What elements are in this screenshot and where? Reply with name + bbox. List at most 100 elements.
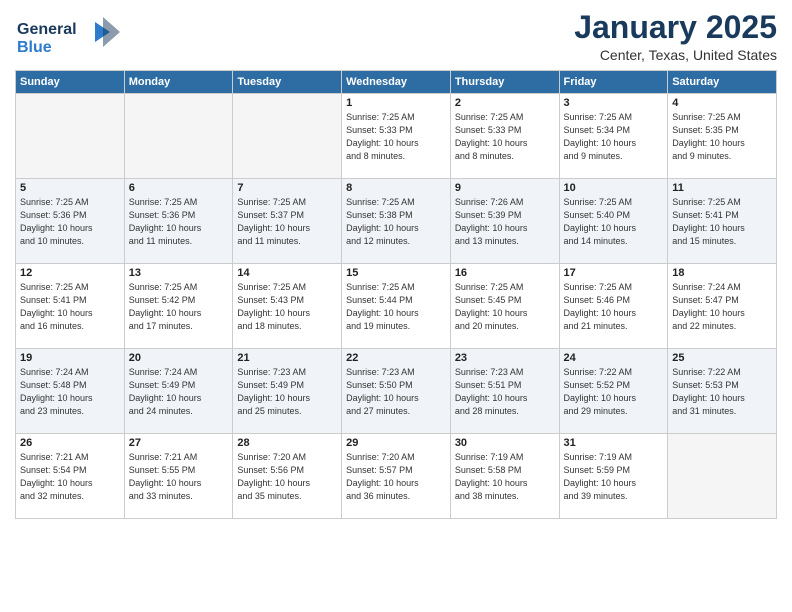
day-info: Sunrise: 7:25 AM Sunset: 5:44 PM Dayligh… [346, 281, 446, 333]
day-number: 29 [346, 437, 446, 449]
day-info: Sunrise: 7:25 AM Sunset: 5:40 PM Dayligh… [564, 196, 664, 248]
day-info: Sunrise: 7:25 AM Sunset: 5:33 PM Dayligh… [455, 111, 555, 163]
calendar-cell: 11 Sunrise: 7:25 AM Sunset: 5:41 PM Dayli… [668, 179, 777, 264]
calendar-cell: 31 Sunrise: 7:19 AM Sunset: 5:59 PM Dayli… [559, 434, 668, 519]
day-info: Sunrise: 7:19 AM Sunset: 5:58 PM Dayligh… [455, 451, 555, 503]
calendar-cell: 23Sunrise: 7:23 AM Sunset: 5:51 PM Dayli… [450, 349, 559, 434]
day-number: 10 [564, 182, 664, 194]
day-info: Sunrise: 7:25 AM Sunset: 5:46 PM Dayligh… [564, 281, 664, 333]
day-number: 12 [20, 267, 120, 279]
calendar-cell: 29 Sunrise: 7:20 AM Sunset: 5:57 PM Dayli… [342, 434, 451, 519]
day-info: Sunrise: 7:25 AM Sunset: 5:41 PM Dayligh… [672, 196, 772, 248]
calendar-cell: 30 Sunrise: 7:19 AM Sunset: 5:58 PM Dayli… [450, 434, 559, 519]
day-number: 17 [564, 267, 664, 279]
calendar-cell [668, 434, 777, 519]
calendar-title: January 2025 [574, 10, 777, 45]
day-number: 4 [672, 97, 772, 109]
calendar-cell: 20 Sunrise: 7:24 AM Sunset: 5:49 PM Dayli… [124, 349, 233, 434]
calendar-cell [124, 94, 233, 179]
day-info: Sunrise: 7:25 AM Sunset: 5:42 PM Dayligh… [129, 281, 229, 333]
calendar-cell: 5 Sunrise: 7:25 AM Sunset: 5:36 PM Daylig… [16, 179, 125, 264]
calendar-page: General Blue January 2025 Center, Texas,… [0, 0, 792, 612]
calendar-week-row-5: 26Sunrise: 7:21 AM Sunset: 5:54 PM Dayli… [16, 434, 777, 519]
day-info: Sunrise: 7:23 AM Sunset: 5:50 PM Dayligh… [346, 366, 446, 418]
day-number: 24 [564, 352, 664, 364]
day-number: 23 [455, 352, 555, 364]
day-number: 26 [20, 437, 120, 449]
calendar-cell [16, 94, 125, 179]
calendar-cell: 6Sunrise: 7:25 AM Sunset: 5:36 PM Daylig… [124, 179, 233, 264]
calendar-week-row-1: 1Sunrise: 7:25 AM Sunset: 5:33 PM Daylig… [16, 94, 777, 179]
calendar-cell: 18Sunrise: 7:24 AM Sunset: 5:47 PM Dayli… [668, 264, 777, 349]
col-sunday: Sunday [16, 71, 125, 94]
day-number: 2 [455, 97, 555, 109]
day-info: Sunrise: 7:25 AM Sunset: 5:38 PM Dayligh… [346, 196, 446, 248]
calendar-cell: 28 Sunrise: 7:20 AM Sunset: 5:56 PM Dayli… [233, 434, 342, 519]
calendar-cell: 27 Sunrise: 7:21 AM Sunset: 5:55 PM Dayli… [124, 434, 233, 519]
calendar-cell: 26Sunrise: 7:21 AM Sunset: 5:54 PM Dayli… [16, 434, 125, 519]
day-number: 21 [237, 352, 337, 364]
day-info: Sunrise: 7:25 AM Sunset: 5:33 PM Dayligh… [346, 111, 446, 163]
svg-text:Blue: Blue [17, 39, 52, 56]
day-number: 31 [564, 437, 664, 449]
day-info: Sunrise: 7:20 AM Sunset: 5:57 PM Dayligh… [346, 451, 446, 503]
calendar-cell: 14 Sunrise: 7:25 AM Sunset: 5:43 PM Dayli… [233, 264, 342, 349]
col-thursday: Thursday [450, 71, 559, 94]
day-info: Sunrise: 7:24 AM Sunset: 5:49 PM Dayligh… [129, 366, 229, 418]
title-section: January 2025 Center, Texas, United State… [574, 10, 777, 63]
col-saturday: Saturday [668, 71, 777, 94]
day-number: 11 [672, 182, 772, 194]
calendar-cell: 17 Sunrise: 7:25 AM Sunset: 5:46 PM Dayli… [559, 264, 668, 349]
day-info: Sunrise: 7:24 AM Sunset: 5:48 PM Dayligh… [20, 366, 120, 418]
calendar-cell: 8Sunrise: 7:25 AM Sunset: 5:38 PM Daylig… [342, 179, 451, 264]
day-number: 30 [455, 437, 555, 449]
header: General Blue January 2025 Center, Texas,… [15, 10, 777, 64]
day-number: 7 [237, 182, 337, 194]
day-number: 3 [564, 97, 664, 109]
day-number: 28 [237, 437, 337, 449]
day-info: Sunrise: 7:23 AM Sunset: 5:49 PM Dayligh… [237, 366, 337, 418]
day-number: 25 [672, 352, 772, 364]
calendar-week-row-2: 5 Sunrise: 7:25 AM Sunset: 5:36 PM Daylig… [16, 179, 777, 264]
calendar-cell: 10 Sunrise: 7:25 AM Sunset: 5:40 PM Dayli… [559, 179, 668, 264]
calendar-cell: 13 Sunrise: 7:25 AM Sunset: 5:42 PM Dayli… [124, 264, 233, 349]
day-number: 20 [129, 352, 229, 364]
day-info: Sunrise: 7:25 AM Sunset: 5:43 PM Dayligh… [237, 281, 337, 333]
calendar-cell: 4 Sunrise: 7:25 AM Sunset: 5:35 PM Daylig… [668, 94, 777, 179]
day-number: 15 [346, 267, 446, 279]
day-info: Sunrise: 7:20 AM Sunset: 5:56 PM Dayligh… [237, 451, 337, 503]
day-info: Sunrise: 7:24 AM Sunset: 5:47 PM Dayligh… [672, 281, 772, 333]
svg-text:General: General [17, 21, 77, 38]
col-tuesday: Tuesday [233, 71, 342, 94]
calendar-week-row-4: 19Sunrise: 7:24 AM Sunset: 5:48 PM Dayli… [16, 349, 777, 434]
day-number: 16 [455, 267, 555, 279]
col-monday: Monday [124, 71, 233, 94]
day-info: Sunrise: 7:25 AM Sunset: 5:35 PM Dayligh… [672, 111, 772, 163]
calendar-cell: 7 Sunrise: 7:25 AM Sunset: 5:37 PM Daylig… [233, 179, 342, 264]
calendar-subtitle: Center, Texas, United States [574, 47, 777, 63]
calendar-cell: 22 Sunrise: 7:23 AM Sunset: 5:50 PM Dayli… [342, 349, 451, 434]
day-number: 13 [129, 267, 229, 279]
day-info: Sunrise: 7:19 AM Sunset: 5:59 PM Dayligh… [564, 451, 664, 503]
day-info: Sunrise: 7:25 AM Sunset: 5:34 PM Dayligh… [564, 111, 664, 163]
col-friday: Friday [559, 71, 668, 94]
day-info: Sunrise: 7:25 AM Sunset: 5:37 PM Dayligh… [237, 196, 337, 248]
calendar-table: Sunday Monday Tuesday Wednesday Thursday… [15, 70, 777, 519]
day-number: 14 [237, 267, 337, 279]
calendar-cell: 16Sunrise: 7:25 AM Sunset: 5:45 PM Dayli… [450, 264, 559, 349]
day-info: Sunrise: 7:22 AM Sunset: 5:52 PM Dayligh… [564, 366, 664, 418]
calendar-week-row-3: 12Sunrise: 7:25 AM Sunset: 5:41 PM Dayli… [16, 264, 777, 349]
day-number: 22 [346, 352, 446, 364]
logo: General Blue [15, 14, 125, 64]
day-info: Sunrise: 7:25 AM Sunset: 5:36 PM Dayligh… [20, 196, 120, 248]
calendar-cell: 12Sunrise: 7:25 AM Sunset: 5:41 PM Dayli… [16, 264, 125, 349]
day-number: 27 [129, 437, 229, 449]
calendar-cell: 19Sunrise: 7:24 AM Sunset: 5:48 PM Dayli… [16, 349, 125, 434]
day-info: Sunrise: 7:21 AM Sunset: 5:55 PM Dayligh… [129, 451, 229, 503]
calendar-header-row: Sunday Monday Tuesday Wednesday Thursday… [16, 71, 777, 94]
day-number: 6 [129, 182, 229, 194]
col-wednesday: Wednesday [342, 71, 451, 94]
calendar-cell: 25Sunrise: 7:22 AM Sunset: 5:53 PM Dayli… [668, 349, 777, 434]
day-number: 5 [20, 182, 120, 194]
calendar-cell: 24 Sunrise: 7:22 AM Sunset: 5:52 PM Dayli… [559, 349, 668, 434]
